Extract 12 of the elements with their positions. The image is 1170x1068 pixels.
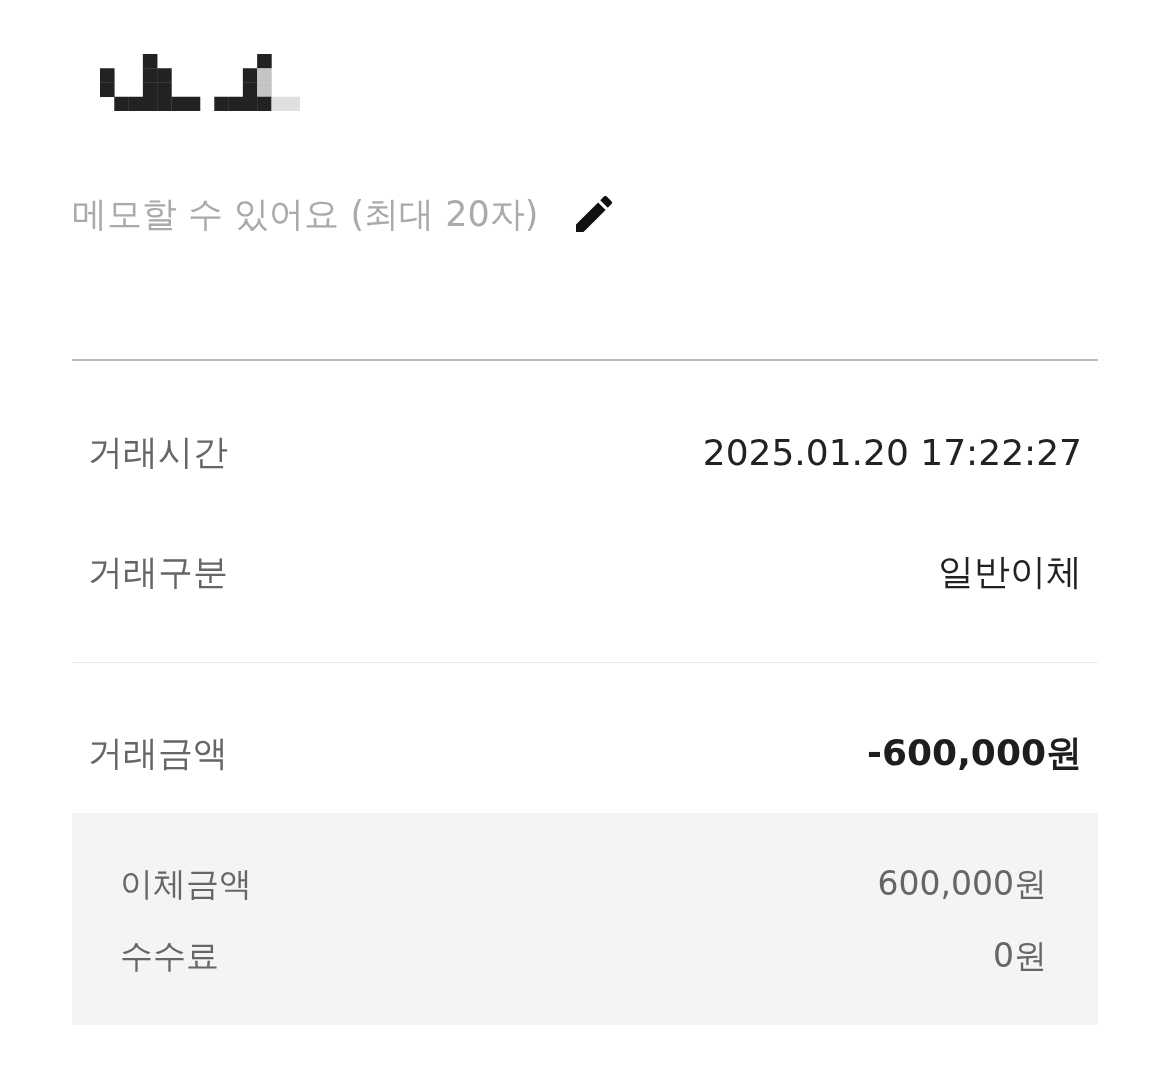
breakdown-label: 수수료 xyxy=(120,934,219,977)
amount-label: 거래금액 xyxy=(88,731,228,775)
detail-label: 거래시간 xyxy=(88,430,228,474)
detail-value: 일반이체 xyxy=(938,549,1082,594)
breakdown-value: 600,000원 xyxy=(877,862,1047,905)
breakdown-value: 0원 xyxy=(993,934,1047,977)
breakdown-label: 이체금액 xyxy=(120,862,252,905)
detail-value: 2025.01.20 17:22:27 xyxy=(702,431,1082,473)
pencil-icon[interactable] xyxy=(576,196,612,232)
amount-value: -600,000원 xyxy=(867,730,1082,775)
detail-label: 거래구분 xyxy=(88,550,228,594)
memo-field[interactable]: 메모할 수 있어요 (최대 20자) xyxy=(72,190,562,238)
